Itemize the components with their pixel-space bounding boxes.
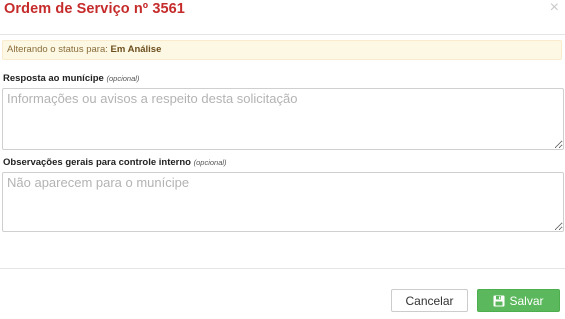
status-alert: Alterando o status para: Em Análise xyxy=(2,40,562,60)
modal-footer-divider xyxy=(0,268,565,269)
status-alert-text: Alterando o status para: xyxy=(7,44,108,55)
save-button[interactable]: Salvar xyxy=(477,289,560,312)
modal-header: Ordem de Serviço nº 3561 × xyxy=(0,0,565,35)
save-button-label: Salvar xyxy=(509,293,544,308)
close-icon[interactable]: × xyxy=(550,0,559,16)
status-value: Em Análise xyxy=(110,44,162,55)
modal-title: Ordem de Serviço nº 3561 xyxy=(4,1,185,17)
response-optional-hint: (opcional) xyxy=(106,74,140,83)
observations-textarea[interactable] xyxy=(2,172,564,232)
save-icon xyxy=(493,295,505,306)
response-label-text: Resposta ao munícipe xyxy=(3,73,104,84)
response-label: Resposta ao munícipe (opcional) xyxy=(3,73,139,84)
response-textarea[interactable] xyxy=(2,88,564,150)
observations-label: Observações gerais para controle interno… xyxy=(3,157,227,168)
cancel-button-label: Cancelar xyxy=(405,293,454,308)
cancel-button[interactable]: Cancelar xyxy=(391,289,468,312)
modal-dialog: Ordem de Serviço nº 3561 × Alterando o s… xyxy=(0,0,565,319)
observations-optional-hint: (opcional) xyxy=(193,158,227,167)
observations-label-text: Observações gerais para controle interno xyxy=(3,157,191,168)
